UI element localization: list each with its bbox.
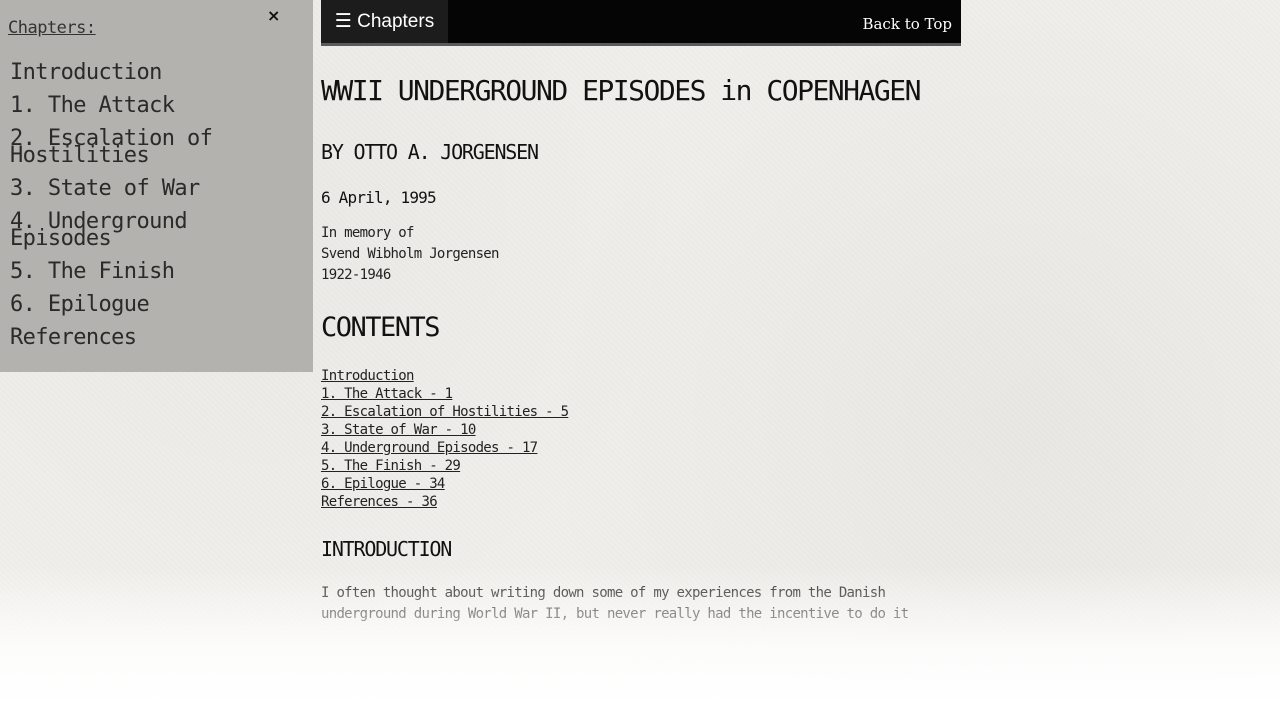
- introduction-heading: INTRODUCTION: [321, 537, 452, 561]
- toc-link-attack[interactable]: 1. The Attack - 1: [321, 386, 453, 402]
- page-title: WWII UNDERGROUND EPISODES in COPENHAGEN: [321, 74, 921, 107]
- memory-line: Svend Wibholm Jorgensen: [321, 246, 499, 262]
- sidebar-item-finish[interactable]: 5. The Finish: [10, 261, 290, 283]
- sidebar-item-underground[interactable]: 4. Underground Episodes: [10, 211, 290, 250]
- introduction-paragraph: I often thought about writing down some …: [321, 585, 909, 622]
- toc-item: 5. The Finish - 29: [321, 457, 961, 475]
- toc-item: 2. Escalation of Hostilities - 5: [321, 403, 961, 421]
- toc-link-finish[interactable]: 5. The Finish - 29: [321, 458, 461, 474]
- sidebar-heading: Chapters:: [8, 18, 96, 38]
- sidebar-item-escalation[interactable]: 2. Escalation of Hostilities: [10, 128, 290, 167]
- main-content: WWII UNDERGROUND EPISODES in COPENHAGEN …: [321, 70, 961, 625]
- toc-item: 6. Epilogue - 34: [321, 475, 961, 493]
- memory-line: 1922-1946: [321, 267, 391, 283]
- toc-link-underground[interactable]: 4. Underground Episodes - 17: [321, 440, 538, 456]
- toc-link-introduction[interactable]: Introduction: [321, 368, 414, 384]
- memory-line: In memory of: [321, 225, 414, 241]
- toc-link-state-of-war[interactable]: 3. State of War - 10: [321, 422, 476, 438]
- toc-item: 4. Underground Episodes - 17: [321, 439, 961, 457]
- memory-block: In memory of Svend Wibholm Jorgensen 192…: [321, 223, 961, 286]
- author-heading: BY OTTO A. JORGENSEN: [321, 140, 539, 164]
- sidebar-item-attack[interactable]: 1. The Attack: [10, 95, 290, 117]
- toc-item: 3. State of War - 10: [321, 421, 961, 439]
- toc-item: 1. The Attack - 1: [321, 385, 961, 403]
- sidebar-item-introduction[interactable]: Introduction: [10, 62, 290, 84]
- toc-item: References - 36: [321, 493, 961, 511]
- back-to-top-link[interactable]: Back to Top: [862, 15, 952, 33]
- contents-heading: CONTENTS: [321, 312, 441, 343]
- toc-item: Introduction: [321, 367, 961, 385]
- sidebar-item-references[interactable]: References: [10, 327, 290, 349]
- toc-link-references[interactable]: References - 36: [321, 494, 438, 510]
- toc-link-epilogue[interactable]: 6. Epilogue - 34: [321, 476, 445, 492]
- toc-link-escalation[interactable]: 2. Escalation of Hostilities - 5: [321, 404, 569, 420]
- sidebar-item-state-of-war[interactable]: 3. State of War: [10, 178, 290, 200]
- sidebar-list: Introduction 1. The Attack 2. Escalation…: [10, 62, 290, 362]
- top-bar: ☰ Chapters Back to Top: [321, 0, 961, 46]
- close-icon[interactable]: ×: [267, 6, 280, 25]
- sidebar-item-epilogue[interactable]: 6. Epilogue: [10, 294, 290, 316]
- chapters-button[interactable]: ☰ Chapters: [321, 0, 448, 43]
- date-text: 6 April, 1995: [321, 188, 437, 207]
- chapters-sidebar: × Chapters: Introduction 1. The Attack 2…: [0, 0, 313, 372]
- table-of-contents: Introduction 1. The Attack - 1 2. Escala…: [321, 367, 961, 511]
